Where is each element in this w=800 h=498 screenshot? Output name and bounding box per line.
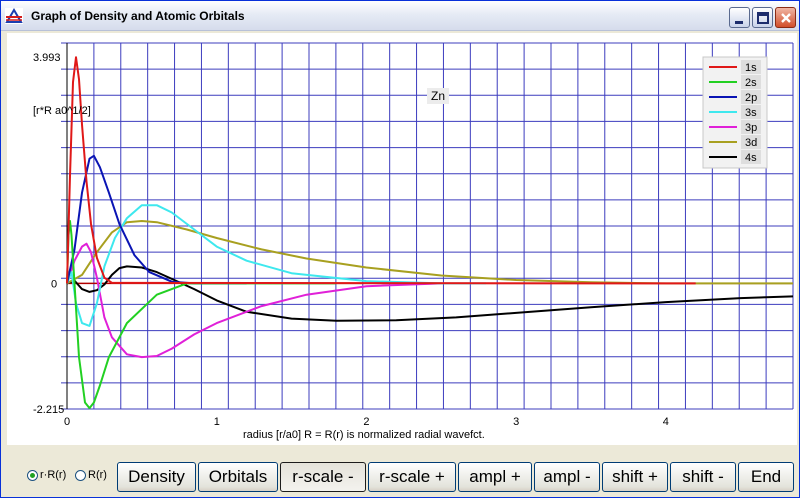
app-window: Graph of Density and Atomic Orbitals 3.9… [0, 0, 800, 498]
ampl-plus-button[interactable]: ampl + [458, 462, 532, 492]
radio-R-dot[interactable] [75, 469, 86, 481]
legend: 1s 2s 2p 3s 3p 3d 4s [702, 56, 768, 169]
x-axis-label: radius [r/a0] R = R(r) is normalized rad… [243, 429, 485, 441]
x-tick-label: 2 [363, 416, 369, 428]
legend-label-3d: 3d [745, 137, 757, 149]
radio-R-label: R(r) [88, 469, 107, 482]
legend-label-1s: 1s [745, 62, 757, 74]
radio-rR-label: r·R(r) [40, 469, 67, 482]
series-line-3p [66, 242, 442, 359]
series-line-3s [66, 204, 487, 327]
orbitals-button[interactable]: Orbitals [198, 462, 278, 492]
x-tick-label: 4 [663, 416, 669, 428]
window-title: Graph of Density and Atomic Orbitals [31, 9, 245, 23]
radio-rR-dot[interactable] [27, 469, 38, 481]
y-axis-label: [r*R a0^1/2] [33, 105, 91, 117]
radio-R[interactable]: R(r) [75, 469, 107, 481]
shift-minus-button[interactable]: shift - [670, 462, 736, 492]
radio-rR[interactable]: r·R(r) [27, 469, 66, 481]
legend-label-3s: 3s [745, 107, 757, 119]
legend-label-3p: 3p [745, 122, 757, 134]
title-bar[interactable]: Graph of Density and Atomic Orbitals [1, 1, 799, 31]
shift-plus-button[interactable]: shift + [602, 462, 668, 492]
minimize-button[interactable] [729, 7, 750, 28]
legend-label-4s: 4s [745, 152, 757, 164]
series-line-1s [66, 56, 696, 285]
x-tick-labels: 0 1 2 3 4 [64, 416, 669, 428]
y-zero-label: 0 [51, 278, 57, 290]
maximize-button[interactable] [752, 7, 773, 28]
ampl-minus-button[interactable]: ampl - [534, 462, 600, 492]
x-tick-label: 3 [513, 416, 519, 428]
x-tick-label: 1 [214, 416, 220, 428]
close-button[interactable] [775, 7, 796, 28]
x-tick-label: 0 [64, 416, 70, 428]
y-min-label: -2.215 [33, 404, 64, 416]
y-max-label: 3.993 [33, 52, 61, 64]
legend-label-2s: 2s [745, 77, 757, 89]
r-scale-plus-button[interactable]: r-scale + [368, 462, 456, 492]
element-label: Zn [431, 89, 445, 103]
density-button[interactable]: Density [117, 462, 196, 492]
end-button[interactable]: End [738, 462, 794, 492]
control-bar: r·R(r) R(r) Density Orbitals r-scale - r… [1, 459, 799, 495]
app-icon [5, 8, 23, 24]
orbital-graph: 3.993 0 -2.215 [r*R a0^1/2] radius [r/a0… [7, 33, 797, 445]
legend-label-2p: 2p [745, 92, 757, 104]
r-scale-minus-button[interactable]: r-scale - [280, 462, 366, 492]
plot-area: 3.993 0 -2.215 [r*R a0^1/2] radius [r/a0… [33, 42, 794, 441]
series-layer [66, 56, 794, 410]
